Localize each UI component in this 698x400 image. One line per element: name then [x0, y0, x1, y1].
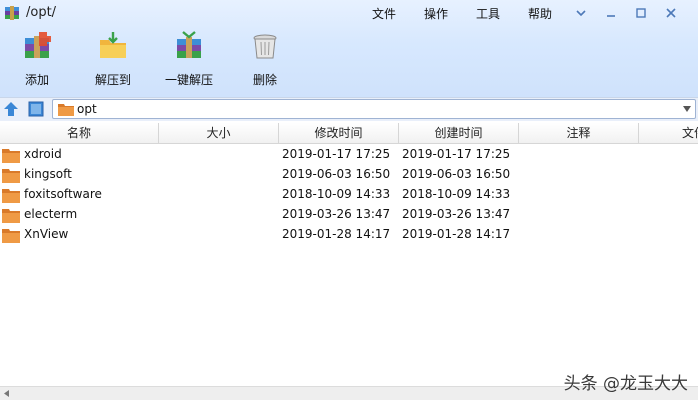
file-name: XnView: [24, 227, 69, 241]
view-mode-icon[interactable]: [28, 101, 44, 117]
minimize-icon[interactable]: [604, 6, 618, 20]
table-row[interactable]: kingsoft 2019-06-03 16:50 2019-06-03 16:…: [0, 165, 698, 185]
folder-icon: [2, 209, 20, 223]
address-path: opt: [77, 102, 97, 116]
file-created: 2018-10-09 14:33: [402, 187, 511, 201]
window-menu-icon[interactable]: [574, 6, 588, 20]
trash-icon: [253, 34, 277, 59]
menu-tools[interactable]: 工具: [476, 5, 500, 22]
maximize-icon[interactable]: [634, 6, 648, 20]
table-row[interactable]: XnView 2019-01-28 14:17 2019-01-28 14:17: [0, 225, 698, 245]
file-created: 2019-06-03 16:50: [402, 167, 511, 181]
folder-icon: [2, 189, 20, 203]
column-header-row: 名称 大小 修改时间 创建时间 注释 文件: [0, 123, 698, 144]
file-modified: 2019-01-17 17:25: [282, 147, 391, 161]
extract-folder-icon: [100, 32, 126, 58]
file-list: xdroid 2019-01-17 17:25 2019-01-17 17:25…: [0, 145, 698, 385]
winrar-app-icon: [5, 6, 19, 20]
file-modified: 2019-01-28 14:17: [282, 227, 391, 241]
menu-file[interactable]: 文件: [372, 5, 396, 22]
address-row: opt: [0, 97, 698, 121]
menu-operate[interactable]: 操作: [424, 5, 448, 22]
column-header-overflow[interactable]: 文件: [639, 123, 698, 144]
column-header-modified[interactable]: 修改时间: [279, 123, 399, 144]
scroll-left-icon[interactable]: [3, 390, 10, 397]
table-row[interactable]: xdroid 2019-01-17 17:25 2019-01-17 17:25: [0, 145, 698, 165]
column-header-created[interactable]: 创建时间: [399, 123, 519, 144]
one-click-extract-icon: [177, 31, 201, 58]
archive-window: /opt/ 文件 操作 工具 帮助 添加 解压到 一键解压 删除 opt 名称 …: [0, 0, 698, 400]
up-arrow-icon[interactable]: [3, 101, 19, 117]
address-bar[interactable]: opt: [52, 99, 696, 119]
one-click-extract-button[interactable]: 一键解压: [152, 28, 226, 92]
file-name: xdroid: [24, 147, 62, 161]
delete-button[interactable]: 删除: [228, 28, 302, 92]
menu-help[interactable]: 帮助: [528, 5, 552, 22]
file-created: 2019-01-28 14:17: [402, 227, 511, 241]
titlebar: /opt/ 文件 操作 工具 帮助: [0, 0, 698, 26]
file-created: 2019-03-26 13:47: [402, 207, 511, 221]
file-name: kingsoft: [24, 167, 72, 181]
table-row[interactable]: foxitsoftware 2018-10-09 14:33 2018-10-0…: [0, 185, 698, 205]
table-row[interactable]: electerm 2019-03-26 13:47 2019-03-26 13:…: [0, 205, 698, 225]
file-name: foxitsoftware: [24, 187, 102, 201]
folder-icon: [2, 149, 20, 163]
window-chrome: /opt/ 文件 操作 工具 帮助 添加 解压到 一键解压 删除: [0, 0, 698, 97]
file-name: electerm: [24, 207, 78, 221]
dropdown-arrow-icon[interactable]: [683, 106, 691, 112]
close-icon[interactable]: [664, 6, 678, 20]
add-button[interactable]: 添加: [0, 28, 74, 92]
folder-icon: [2, 169, 20, 183]
add-label: 添加: [24, 73, 49, 87]
watermark: 头条 @龙玉大大: [563, 374, 688, 394]
file-modified: 2019-03-26 13:47: [282, 207, 391, 221]
window-title: /opt/: [26, 5, 57, 20]
add-archive-icon: [25, 32, 51, 58]
file-modified: 2018-10-09 14:33: [282, 187, 391, 201]
folder-icon: [2, 229, 20, 243]
folder-icon: [58, 104, 74, 116]
column-header-comment[interactable]: 注释: [519, 123, 639, 144]
column-header-name[interactable]: 名称: [0, 123, 159, 144]
file-modified: 2019-06-03 16:50: [282, 167, 391, 181]
one-click-extract-label: 一键解压: [164, 73, 213, 87]
column-header-size[interactable]: 大小: [159, 123, 279, 144]
extract-to-button[interactable]: 解压到: [76, 28, 150, 92]
extract-to-label: 解压到: [94, 73, 131, 87]
delete-label: 删除: [252, 73, 277, 87]
file-created: 2019-01-17 17:25: [402, 147, 511, 161]
